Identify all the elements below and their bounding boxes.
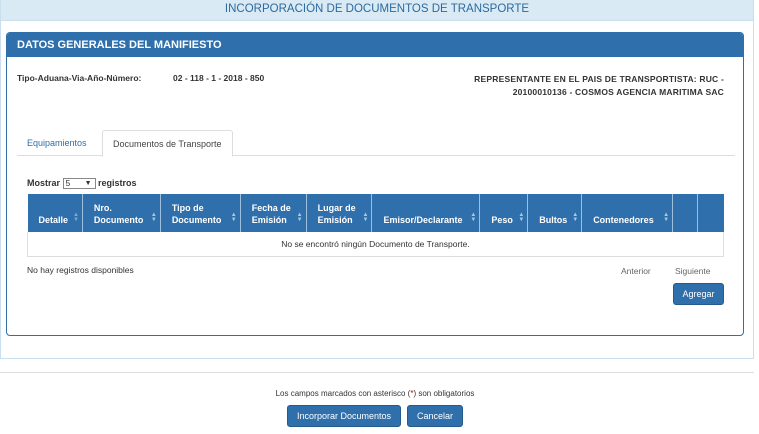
divider bbox=[0, 372, 754, 373]
sort-icon: ▲ ▼ bbox=[230, 212, 237, 223]
sort-icon: ▲ ▼ bbox=[470, 212, 477, 223]
caret-down-icon: ▼ bbox=[84, 180, 92, 188]
col-label: Tipo de Documento bbox=[171, 203, 222, 225]
col-lugar-emision[interactable]: Lugar de Emisión ▲ ▼ bbox=[306, 194, 373, 232]
col-contenedores[interactable]: Contenedores ▲ ▼ bbox=[581, 194, 674, 232]
col-label: Peso bbox=[491, 215, 513, 225]
col-label: Detalle bbox=[38, 215, 69, 225]
col-label: Lugar de Emisión bbox=[317, 203, 356, 225]
sort-icon: ▲ ▼ bbox=[362, 212, 369, 223]
sort-icon: ▲ ▼ bbox=[72, 212, 79, 223]
col-label: Nro. Documento bbox=[93, 203, 144, 225]
representante-text: REPRESENTANTE EN EL PAIS DE TRANSPORTIST… bbox=[474, 74, 724, 97]
col-bultos[interactable]: Bultos ▲ ▼ bbox=[527, 194, 583, 232]
pagination-previous[interactable]: Anterior bbox=[621, 266, 651, 276]
required-note: Los campos marcados con asterisco (*) so… bbox=[0, 389, 750, 398]
col-label: Fecha de Emisión bbox=[251, 203, 291, 225]
documents-table: Detalle ▲ ▼ Nro. Documento ▲ ▼ Tipo de Doc… bbox=[27, 194, 724, 257]
cancel-button[interactable]: Cancelar bbox=[407, 405, 463, 427]
manifest-panel: DATOS GENERALES DEL MANIFIESTO Tipo-Adua… bbox=[6, 32, 744, 336]
pagination-next[interactable]: Siguiente bbox=[675, 266, 710, 276]
col-fecha-emision[interactable]: Fecha de Emisión ▲ ▼ bbox=[240, 194, 307, 232]
incorporate-documents-button[interactable]: Incorporar Documentos bbox=[287, 405, 401, 427]
col-tipo-documento[interactable]: Tipo de Documento ▲ ▼ bbox=[160, 194, 241, 232]
tipo-label: Tipo-Aduana-Via-Año-Número: bbox=[17, 73, 142, 83]
required-note-before: Los campos marcados con asterisco ( bbox=[275, 389, 411, 398]
col-nro-documento[interactable]: Nro. Documento ▲ ▼ bbox=[82, 194, 161, 232]
tab-bar: Equipamientos Documentos de Transporte bbox=[17, 130, 735, 157]
panel-title: DATOS GENERALES DEL MANIFIESTO bbox=[7, 33, 743, 57]
col-label: Bultos bbox=[539, 215, 568, 225]
length-menu-prefix: Mostrar bbox=[27, 178, 61, 188]
col-emisor-declarante[interactable]: Emisor/Declarante ▲ ▼ bbox=[371, 194, 481, 232]
sort-icon: ▲ ▼ bbox=[150, 212, 157, 223]
col-peso[interactable]: Peso ▲ ▼ bbox=[479, 194, 529, 232]
table-row: No se encontró ningún Documento de Trans… bbox=[27, 232, 724, 257]
page-title: INCORPORACIÓN DE DOCUMENTOS DE TRANSPORT… bbox=[0, 0, 754, 21]
table-info: No hay registros disponibles bbox=[27, 265, 134, 275]
col-extra-1 bbox=[672, 194, 698, 232]
sort-icon: ▲ ▼ bbox=[518, 212, 525, 223]
col-detalle[interactable]: Detalle ▲ ▼ bbox=[27, 194, 83, 232]
col-label: Emisor/Declarante bbox=[383, 215, 463, 225]
col-label: Contenedores bbox=[593, 215, 654, 225]
length-menu: Mostrar 5 ▼ registros bbox=[27, 178, 137, 190]
page-size-select[interactable]: 5 ▼ bbox=[62, 178, 96, 190]
sort-icon: ▲ ▼ bbox=[296, 212, 303, 223]
add-button[interactable]: Agregar bbox=[673, 283, 724, 305]
required-note-after: ) son obligatorios bbox=[413, 389, 475, 398]
empty-table-message: No se encontró ningún Documento de Trans… bbox=[27, 232, 724, 257]
tab-equipamientos[interactable]: Equipamientos bbox=[17, 130, 97, 157]
sort-icon: ▲ ▼ bbox=[663, 212, 670, 223]
sort-icon: ▲ ▼ bbox=[572, 212, 579, 223]
col-extra-2 bbox=[697, 194, 724, 232]
tipo-value: 02 - 118 - 1 - 2018 - 850 bbox=[173, 73, 265, 83]
tab-documentos-transporte[interactable]: Documentos de Transporte bbox=[102, 130, 233, 157]
length-menu-suffix: registros bbox=[98, 178, 137, 188]
page-size-value: 5 bbox=[65, 178, 71, 189]
